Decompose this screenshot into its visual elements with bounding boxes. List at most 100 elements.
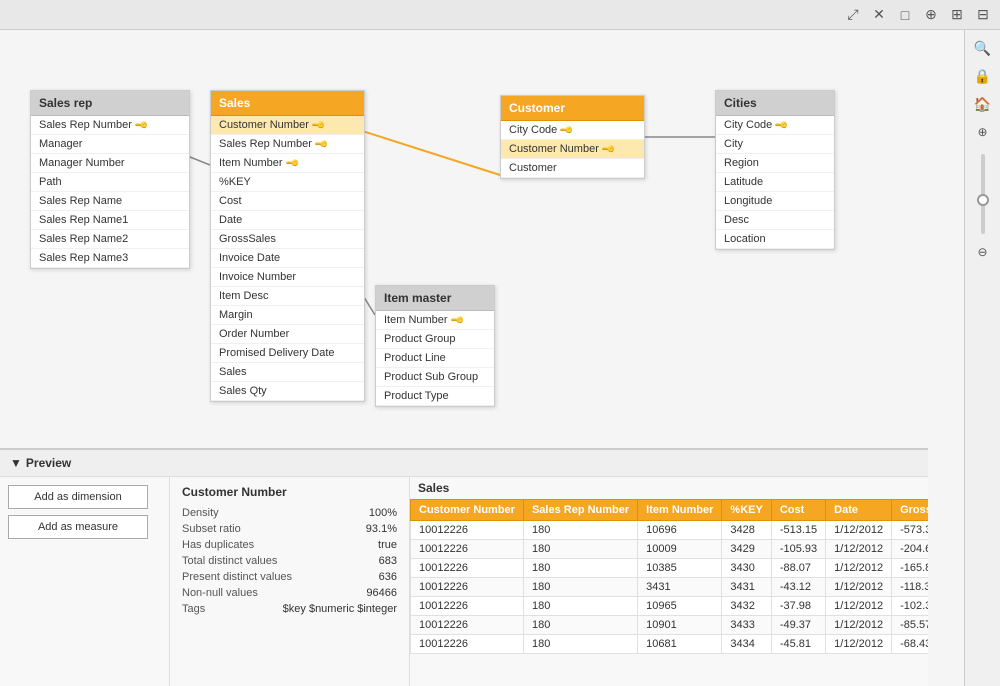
table-row: 10012226180106963428-513.151/12/2012-573… xyxy=(411,521,929,540)
stat-nonnull: Non-null values 96466 xyxy=(182,585,397,601)
zoom-in-icon[interactable]: ⊕ xyxy=(973,122,993,142)
add-icon[interactable]: ⊕ xyxy=(922,6,940,24)
itemmaster-field-productgroup: Product Group xyxy=(376,330,494,349)
sales-field-key: %KEY xyxy=(211,173,364,192)
add-measure-button[interactable]: Add as measure xyxy=(8,515,148,539)
stat-density: Density 100% xyxy=(182,505,397,521)
layout-icon[interactable]: ⊟ xyxy=(974,6,992,24)
preview-table-area[interactable]: Sales Customer Number Sales Rep Number I… xyxy=(410,477,928,686)
cities-field-latitude: Latitude xyxy=(716,173,834,192)
customer-header: Customer xyxy=(501,96,644,121)
salesrep-field-salesrepnumber: Sales Rep Number 🔑 xyxy=(31,116,189,135)
sales-field-ordernumber: Order Number xyxy=(211,325,364,344)
zoom-in-top-icon[interactable]: 🔍 xyxy=(973,38,993,58)
sales-field-sales: Sales xyxy=(211,363,364,382)
salesrep-field-name3: Sales Rep Name3 xyxy=(31,249,189,268)
cities-field-city: City xyxy=(716,135,834,154)
salesrep-field-name1: Sales Rep Name1 xyxy=(31,211,189,230)
table-row: 10012226180103853430-88.071/12/2012-165.… xyxy=(411,559,929,578)
itemmaster-field-productline: Product Line xyxy=(376,349,494,368)
customer-field-citycode: City Code 🔑 xyxy=(501,121,644,140)
table-row: 10012226180109013433-49.371/12/2012-85.5… xyxy=(411,616,929,635)
table-row: 10012226180109653432-37.981/12/2012-102.… xyxy=(411,597,929,616)
zoom-out-icon[interactable]: ⊖ xyxy=(973,242,993,262)
col-grosssales: GrossSales xyxy=(892,500,928,521)
stat-presentdistinct: Present distinct values 636 xyxy=(182,569,397,585)
preview-panel: ▼ Preview Add as dimension Add as measur… xyxy=(0,448,928,686)
sales-field-customernumber: Customer Number 🔑 xyxy=(211,116,364,135)
sales-entity: Sales Customer Number 🔑 Sales Rep Number… xyxy=(210,90,365,402)
sales-field-promiseddelivery: Promised Delivery Date xyxy=(211,344,364,363)
col-itemnumber: Item Number xyxy=(638,500,722,521)
table-row: 10012226180106813434-45.811/12/2012-68.4… xyxy=(411,635,929,654)
preview-stats: Customer Number Density 100% Subset rati… xyxy=(170,477,410,686)
zoom-slider[interactable] xyxy=(981,154,985,234)
sales-field-invoicedate: Invoice Date xyxy=(211,249,364,268)
customer-field-customernumber: Customer Number 🔑 xyxy=(501,140,644,159)
top-toolbar: ⤢ ✕ □ ⊕ ⊞ ⊟ xyxy=(0,0,1000,30)
salesrep-field-name: Sales Rep Name xyxy=(31,192,189,211)
col-date: Date xyxy=(826,500,892,521)
cities-field-desc: Desc xyxy=(716,211,834,230)
salesrep-field-path: Path xyxy=(31,173,189,192)
itemmaster-field-productsubgroup: Product Sub Group xyxy=(376,368,494,387)
sales-field-salesqty: Sales Qty xyxy=(211,382,364,401)
col-customernumber: Customer Number xyxy=(411,500,524,521)
lock-icon[interactable]: 🔒 xyxy=(973,66,993,86)
preview-table: Customer Number Sales Rep Number Item Nu… xyxy=(410,499,928,654)
home-icon[interactable]: 🏠 xyxy=(973,94,993,114)
sales-field-margin: Margin xyxy=(211,306,364,325)
zoom-track xyxy=(981,154,985,234)
preview-left: Add as dimension Add as measure xyxy=(0,477,170,686)
expand-icon[interactable]: ⤢ xyxy=(844,6,862,24)
sales-field-date: Date xyxy=(211,211,364,230)
cities-header: Cities xyxy=(716,91,834,116)
main-area: Sales rep Sales Rep Number 🔑 Manager Man… xyxy=(0,30,1000,686)
customer-field-customer: Customer xyxy=(501,159,644,178)
sales-label: Sales xyxy=(410,477,928,499)
cities-field-longitude: Longitude xyxy=(716,192,834,211)
sales-field-itemnumber: Item Number 🔑 xyxy=(211,154,364,173)
stat-tags: Tags $key $numeric $integer xyxy=(182,601,397,617)
salesrep-header: Sales rep xyxy=(31,91,189,116)
itemmaster-field-itemnumber: Item Number 🔑 xyxy=(376,311,494,330)
col-key: %KEY xyxy=(722,500,771,521)
canvas-area[interactable]: Sales rep Sales Rep Number 🔑 Manager Man… xyxy=(0,30,964,686)
salesrep-field-manager: Manager xyxy=(31,135,189,154)
salesrep-entity: Sales rep Sales Rep Number 🔑 Manager Man… xyxy=(30,90,190,269)
add-dimension-button[interactable]: Add as dimension xyxy=(8,485,148,509)
customer-entity: Customer City Code 🔑 Customer Number 🔑 C… xyxy=(500,95,645,179)
cities-entity: Cities City Code 🔑 City Region Latitude … xyxy=(715,90,835,250)
zoom-thumb xyxy=(977,194,989,206)
right-panel: 🔍 🔒 🏠 ⊕ ⊖ xyxy=(964,30,1000,686)
sales-field-cost: Cost xyxy=(211,192,364,211)
sales-field-salesrepnumber: Sales Rep Number 🔑 xyxy=(211,135,364,154)
stats-title: Customer Number xyxy=(182,485,397,499)
itemmaster-entity: Item master Item Number 🔑 Product Group … xyxy=(375,285,495,407)
col-cost: Cost xyxy=(771,500,825,521)
table-row: 1001222618034313431-43.121/12/2012-118.3… xyxy=(411,578,929,597)
preview-title: Preview xyxy=(26,456,71,470)
preview-body: Add as dimension Add as measure Customer… xyxy=(0,477,928,686)
window-icon[interactable]: □ xyxy=(896,6,914,24)
cities-field-location: Location xyxy=(716,230,834,249)
col-salesrepnumber: Sales Rep Number xyxy=(523,500,637,521)
stat-subsetratio: Subset ratio 93.1% xyxy=(182,521,397,537)
cities-field-region: Region xyxy=(716,154,834,173)
sales-field-itemdesc: Item Desc xyxy=(211,287,364,306)
salesrep-field-managernumber: Manager Number xyxy=(31,154,189,173)
table-row: 10012226180100093429-105.931/12/2012-204… xyxy=(411,540,929,559)
itemmaster-header: Item master xyxy=(376,286,494,311)
sales-header: Sales xyxy=(211,91,364,116)
chevron-down-icon: ▼ xyxy=(10,456,22,470)
sales-field-invoicenumber: Invoice Number xyxy=(211,268,364,287)
preview-header[interactable]: ▼ Preview xyxy=(0,450,928,477)
close-icon[interactable]: ✕ xyxy=(870,6,888,24)
grid-icon[interactable]: ⊞ xyxy=(948,6,966,24)
stat-totaldistinct: Total distinct values 683 xyxy=(182,553,397,569)
salesrep-field-name2: Sales Rep Name2 xyxy=(31,230,189,249)
sales-field-grosssales: GrossSales xyxy=(211,230,364,249)
itemmaster-field-producttype: Product Type xyxy=(376,387,494,406)
cities-field-citycode: City Code 🔑 xyxy=(716,116,834,135)
stat-hasduplicates: Has duplicates true xyxy=(182,537,397,553)
